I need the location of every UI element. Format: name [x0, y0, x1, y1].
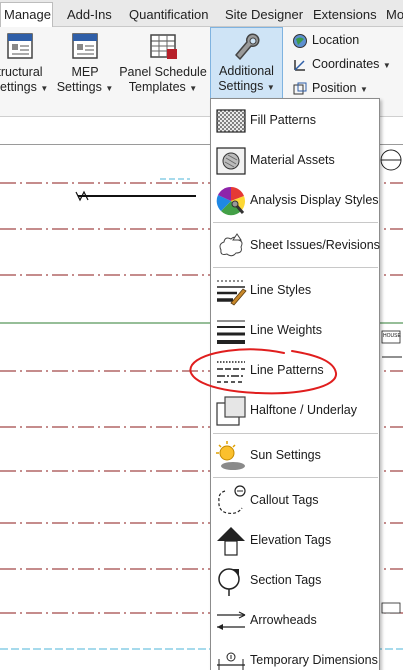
- menu-separator: [213, 267, 378, 268]
- chevron-down-icon: ▼: [382, 61, 391, 70]
- additional-settings-label-2: Settings: [218, 79, 264, 93]
- menu-label: Analysis Display Styles: [250, 193, 379, 207]
- menu-label: Sun Settings: [250, 448, 321, 462]
- coordinates-label: Coordinates: [312, 57, 380, 71]
- chevron-down-icon: ▼: [359, 85, 368, 94]
- section-tags-icon: [218, 568, 240, 596]
- line-styles-icon: [217, 280, 247, 306]
- tab-more[interactable]: Mo: [386, 4, 403, 27]
- tab-manage[interactable]: Manage: [0, 2, 53, 28]
- temporary-dimensions-icon: [217, 652, 245, 670]
- panel-schedule-templates-button[interactable]: Panel Schedule Templates ▼: [118, 27, 208, 105]
- line-patterns-icon: [217, 361, 245, 383]
- tag-box: [381, 602, 401, 614]
- fill-patterns-icon: [216, 109, 246, 133]
- menu-label: Line Weights: [250, 323, 323, 337]
- chevron-down-icon: ▼: [266, 83, 275, 92]
- mep-settings-icon: [72, 33, 98, 59]
- menu-label: Temporary Dimensions: [250, 653, 378, 667]
- menu-label: Material Assets: [250, 153, 335, 167]
- menu-item-material-assets[interactable]: Material Assets: [211, 141, 379, 181]
- menu-label: Section Tags: [250, 573, 322, 587]
- analysis-display-styles-icon: [216, 186, 246, 216]
- globe-icon: [293, 33, 307, 48]
- structural-settings-icon: [7, 33, 33, 59]
- sheet-issues-icon: [219, 233, 243, 257]
- menu-item-elevation-tags[interactable]: Elevation Tags: [211, 521, 379, 561]
- position-button[interactable]: Position ▼: [292, 77, 368, 99]
- sun-settings-icon: [216, 441, 245, 470]
- menu-separator: [213, 477, 378, 478]
- location-label: Location: [312, 33, 360, 47]
- structural-settings-label-1: tructural: [0, 65, 43, 79]
- tab-add-ins[interactable]: Add-Ins: [67, 4, 112, 27]
- menu-item-callout-tags[interactable]: Callout Tags: [211, 481, 379, 521]
- mep-settings-button[interactable]: MEP Settings ▼: [55, 27, 115, 105]
- position-icon: [293, 82, 307, 95]
- menu-item-line-patterns[interactable]: Line Patterns: [211, 351, 379, 391]
- menu-label: Sheet Issues/Revisions: [250, 238, 380, 252]
- additional-settings-menu: Fill Patterns Material Assets Analysis D…: [210, 98, 380, 670]
- position-label: Position: [312, 81, 357, 95]
- menu-label: Arrowheads: [250, 613, 317, 627]
- material-assets-icon: [216, 147, 246, 175]
- structural-settings-button[interactable]: tructuralSettings ▼: [0, 27, 50, 105]
- menu-label: Line Styles: [250, 283, 312, 297]
- menu-item-arrowheads[interactable]: Arrowheads: [211, 601, 379, 641]
- halftone-underlay-icon: [216, 396, 246, 426]
- menu-item-fill-patterns[interactable]: Fill Patterns: [211, 101, 379, 141]
- menu-item-sun-settings[interactable]: Sun Settings: [211, 436, 379, 476]
- coordinates-icon: [294, 59, 305, 71]
- menu-item-sheet-issues-revisions[interactable]: Sheet Issues/Revisions: [211, 226, 380, 266]
- panel-schedule-label-2: Templates: [128, 80, 186, 94]
- additional-settings-button[interactable]: Additional Settings ▼: [210, 27, 283, 99]
- menu-item-halftone-underlay[interactable]: Halftone / Underlay: [211, 391, 379, 431]
- menu-separator: [213, 222, 378, 223]
- location-button[interactable]: Location: [292, 29, 359, 51]
- menu-label: Line Patterns: [250, 363, 324, 377]
- tab-extensions[interactable]: Extensions: [313, 4, 377, 27]
- mep-settings-label-2: Settings: [56, 80, 102, 94]
- menu-item-temporary-dimensions[interactable]: Temporary Dimensions: [211, 641, 379, 670]
- menu-label: Halftone / Underlay: [250, 403, 358, 417]
- mep-settings-label-1: MEP: [71, 65, 99, 79]
- house-tag: HOUSE: [383, 333, 401, 339]
- menu-item-line-styles[interactable]: Line Styles: [211, 271, 379, 311]
- callout-tags-icon: [218, 485, 246, 515]
- wrench-icon: [234, 33, 259, 60]
- menu-label: Fill Patterns: [250, 113, 316, 127]
- menu-label: Elevation Tags: [250, 533, 332, 547]
- break-mark: [75, 190, 89, 202]
- panel-schedule-icon: [150, 34, 177, 59]
- panel-schedule-label-1: Panel Schedule: [119, 65, 207, 79]
- menu-item-analysis-display-styles[interactable]: Analysis Display Styles: [211, 181, 379, 221]
- additional-settings-label-1: Additional: [219, 64, 274, 78]
- menu-label: Callout Tags: [250, 493, 319, 507]
- ribbon-tab-bar: Manage Add-Ins Quantification Site Desig…: [0, 0, 403, 28]
- menu-item-section-tags[interactable]: Section Tags: [211, 561, 379, 601]
- tab-quantification[interactable]: Quantification: [129, 4, 209, 27]
- elevation-tags-icon: [217, 527, 245, 556]
- menu-separator: [213, 433, 378, 434]
- line-weights-icon: [217, 320, 245, 344]
- coordinates-button[interactable]: Coordinates ▼: [292, 53, 391, 75]
- chevron-down-icon: ▼: [189, 84, 198, 93]
- menu-item-line-weights[interactable]: Line Weights: [211, 311, 379, 351]
- chevron-down-icon: ▼: [105, 84, 114, 93]
- structural-settings-label-2: Settings: [0, 80, 37, 94]
- arrowheads-icon: [217, 611, 246, 630]
- chevron-down-icon: ▼: [40, 84, 49, 93]
- tab-site-designer[interactable]: Site Designer: [225, 4, 303, 27]
